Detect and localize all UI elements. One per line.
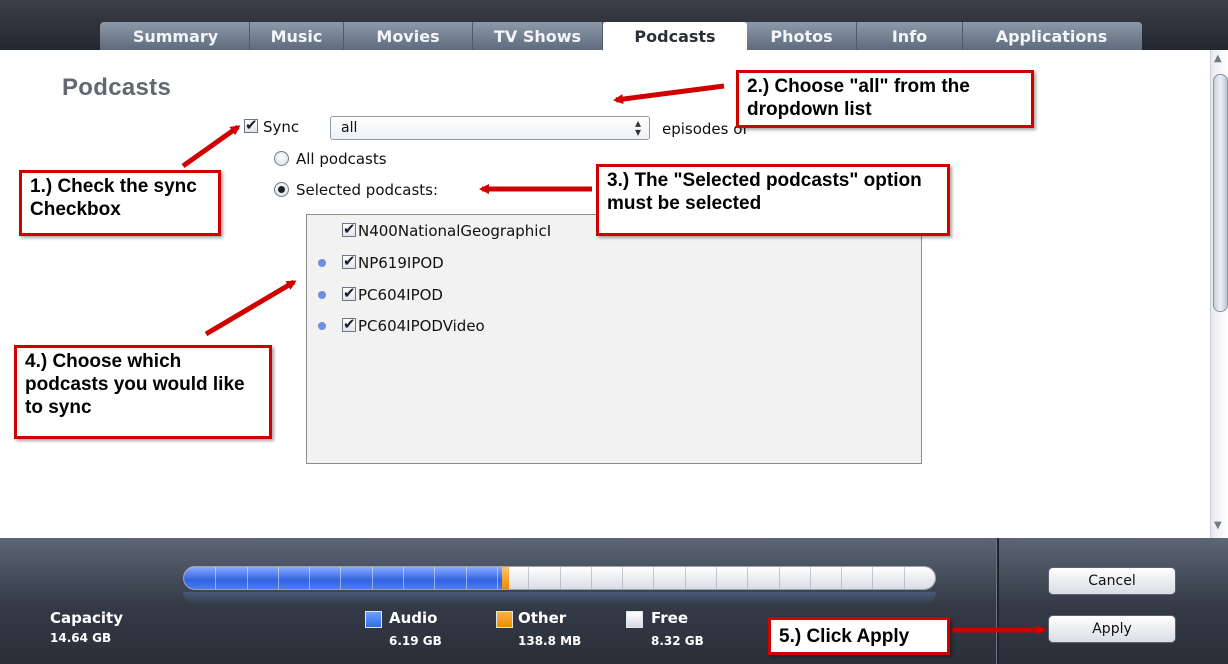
scroll-thumb[interactable] xyxy=(1213,74,1228,312)
all-podcasts-radio[interactable] xyxy=(274,151,289,166)
capacity-segment-line xyxy=(810,567,811,589)
legend-free-value: 8.32 GB xyxy=(651,634,704,648)
podcast-name: NP619IPOD xyxy=(358,254,444,272)
capacity-segment-line xyxy=(591,567,592,589)
capacity-segment-line xyxy=(309,567,310,589)
capacity-segment-line xyxy=(904,567,905,589)
capacity-segment-line xyxy=(247,567,248,589)
capacity-segment-line xyxy=(653,567,654,589)
tab-bar: Summary Music Movies TV Shows Podcasts P… xyxy=(0,0,1228,50)
capacity-segment-line xyxy=(403,567,404,589)
podcast-name: PC604IPODVideo xyxy=(358,317,485,335)
legend-audio-value: 6.19 GB xyxy=(389,634,442,648)
podcast-checkbox[interactable] xyxy=(342,252,356,270)
capacity-total: 14.64 GB xyxy=(50,631,112,645)
vertical-scrollbar[interactable]: ▲ ▼ xyxy=(1210,50,1228,538)
callout-step5: 5.) Click Apply xyxy=(768,617,950,655)
legend-other-label: Other xyxy=(518,609,567,627)
footer-divider xyxy=(996,538,999,664)
cancel-button[interactable]: Cancel xyxy=(1048,567,1176,595)
unplayed-dot-icon xyxy=(318,291,326,299)
podcast-checkbox[interactable] xyxy=(342,315,356,333)
capacity-segment-line xyxy=(466,567,467,589)
tab-tv-shows[interactable]: TV Shows xyxy=(473,22,603,50)
capacity-segment-line xyxy=(340,567,341,589)
capacity-segment-line xyxy=(278,567,279,589)
callout-step4: 4.) Choose which podcasts you would like… xyxy=(14,345,272,439)
other-swatch xyxy=(496,611,513,628)
podcast-name: N400NationalGeographicI xyxy=(358,222,552,240)
podcast-checkbox[interactable] xyxy=(342,220,356,238)
unplayed-dot-icon xyxy=(318,322,326,330)
capacity-segment-line xyxy=(372,567,373,589)
capacity-bar xyxy=(183,566,936,590)
legend-free-label: Free xyxy=(651,609,689,627)
selected-podcasts-radio[interactable] xyxy=(274,182,289,197)
updown-arrows-icon: ▴ ▾ xyxy=(634,116,641,139)
legend-audio-label: Audio xyxy=(389,609,438,627)
capacity-segment-line xyxy=(528,567,529,589)
unplayed-dot-icon xyxy=(318,259,326,267)
capacity-segment-line xyxy=(872,567,873,589)
tab-podcasts[interactable]: Podcasts xyxy=(603,22,747,50)
tab-photos[interactable]: Photos xyxy=(747,22,857,50)
capacity-segment-line xyxy=(622,567,623,589)
capacity-segment-line xyxy=(747,567,748,589)
legend-other-value: 138.8 MB xyxy=(518,634,582,648)
sync-checkbox[interactable] xyxy=(244,116,258,134)
sync-label: Sync xyxy=(263,118,300,136)
podcast-name: PC604IPOD xyxy=(358,286,443,304)
callout-step3: 3.) The "Selected podcasts" option must … xyxy=(596,164,950,236)
capacity-bar-reflection xyxy=(183,592,936,604)
tab-movies[interactable]: Movies xyxy=(344,22,473,50)
capacity-segment-line xyxy=(779,567,780,589)
page-title: Podcasts xyxy=(62,74,172,101)
podcast-list xyxy=(306,214,922,464)
all-podcasts-label: All podcasts xyxy=(296,150,387,168)
scroll-up-icon[interactable]: ▲ xyxy=(1214,53,1222,64)
tab-applications[interactable]: Applications xyxy=(963,22,1140,50)
episodes-dropdown-value: all xyxy=(341,120,358,136)
capacity-audio-fill xyxy=(184,567,502,589)
audio-swatch xyxy=(365,611,382,628)
tab-music[interactable]: Music xyxy=(250,22,344,50)
capacity-segment-line xyxy=(685,567,686,589)
scroll-down-icon[interactable]: ▼ xyxy=(1214,520,1222,531)
capacity-segment-line xyxy=(716,567,717,589)
callout-step1: 1.) Check the sync Checkbox xyxy=(19,170,221,236)
capacity-segment-line xyxy=(560,567,561,589)
episodes-dropdown[interactable]: all ▴ ▾ xyxy=(330,116,650,140)
capacity-segment-line xyxy=(841,567,842,589)
capacity-segment-line xyxy=(215,567,216,589)
selected-podcasts-label: Selected podcasts: xyxy=(296,181,439,199)
callout-step2: 2.) Choose "all" from the dropdown list xyxy=(736,70,1034,128)
free-swatch xyxy=(626,611,643,628)
podcast-checkbox[interactable] xyxy=(342,284,356,302)
episodes-of-label: episodes of xyxy=(662,120,748,138)
capacity-segment-line xyxy=(434,567,435,589)
capacity-label: Capacity xyxy=(50,609,123,627)
itunes-sync-window: Summary Music Movies TV Shows Podcasts P… xyxy=(0,0,1228,664)
capacity-segment-line xyxy=(497,567,498,589)
tab-info[interactable]: Info xyxy=(857,22,963,50)
capacity-other-fill xyxy=(502,567,509,589)
tab-summary[interactable]: Summary xyxy=(102,22,250,50)
apply-button[interactable]: Apply xyxy=(1048,615,1176,643)
